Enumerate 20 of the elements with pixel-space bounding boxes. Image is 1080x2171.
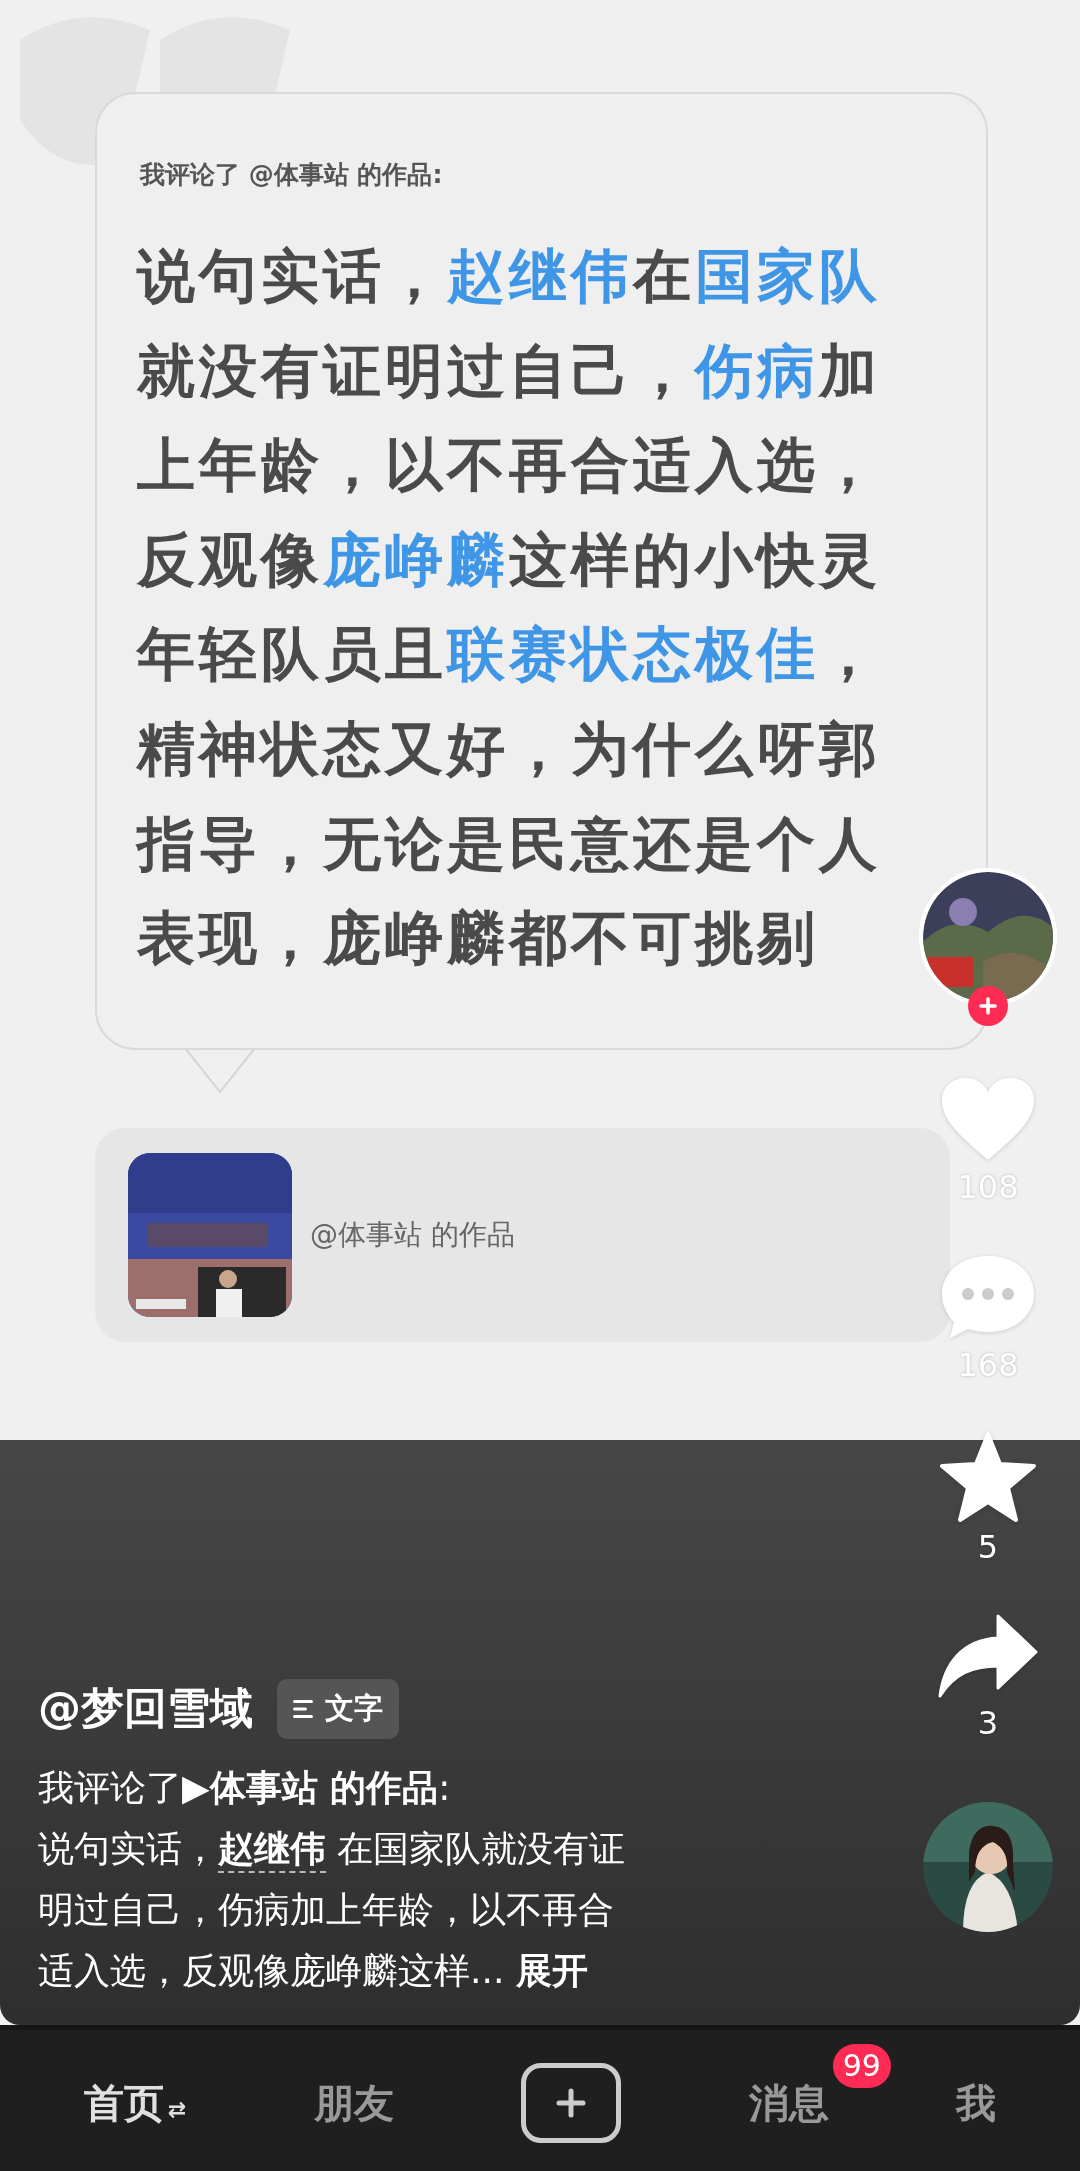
nav-tab[interactable]: 我 — [956, 2075, 997, 2131]
unread-badge: 99 — [832, 2043, 891, 2088]
author-name[interactable]: @梦回雪域 — [38, 1680, 253, 1738]
plus-icon — [979, 997, 997, 1015]
post-description: 我评论了▶体事站 的作品: 说句实话，赵继伟 在国家队就没有证 明过自己，伤病加上年龄，以不再合 适入选，反观像庞峥麟这样... 展开 — [38, 1766, 626, 1993]
share-icon[interactable] — [938, 1614, 1038, 1698]
source-card[interactable]: @体事站 的作品 — [95, 1128, 950, 1342]
lines-icon — [293, 1699, 315, 1719]
plus-icon — [555, 2087, 588, 2119]
favorite-count: 5 — [977, 1528, 999, 1566]
share-count: 3 — [977, 1704, 999, 1742]
tag-label: 文字 — [325, 1690, 383, 1727]
nav-tab[interactable]: 首页⇄ — [83, 2075, 187, 2131]
comment-header: 我评论了 @体事站 的作品: — [140, 159, 444, 191]
nav-tab[interactable]: 朋友 — [313, 2075, 394, 2131]
source-label: @体事站 的作品 — [310, 1217, 515, 1253]
create-button[interactable] — [521, 2063, 622, 2143]
star-icon[interactable] — [940, 1432, 1036, 1522]
expand-link[interactable]: 展开 — [515, 1950, 588, 1991]
comment-text: 说句实话，赵继伟在国家队 就没有证明过自己，伤病加 上年龄，以不再合适入选， 反观像庞峥麟这样的小快灵 年轻队员且联赛状态极佳， 精神状态又好，为什么呀郭 指导，无论是民意还是个人 表现，庞峥麟都不可挑剔 — [137, 241, 882, 975]
